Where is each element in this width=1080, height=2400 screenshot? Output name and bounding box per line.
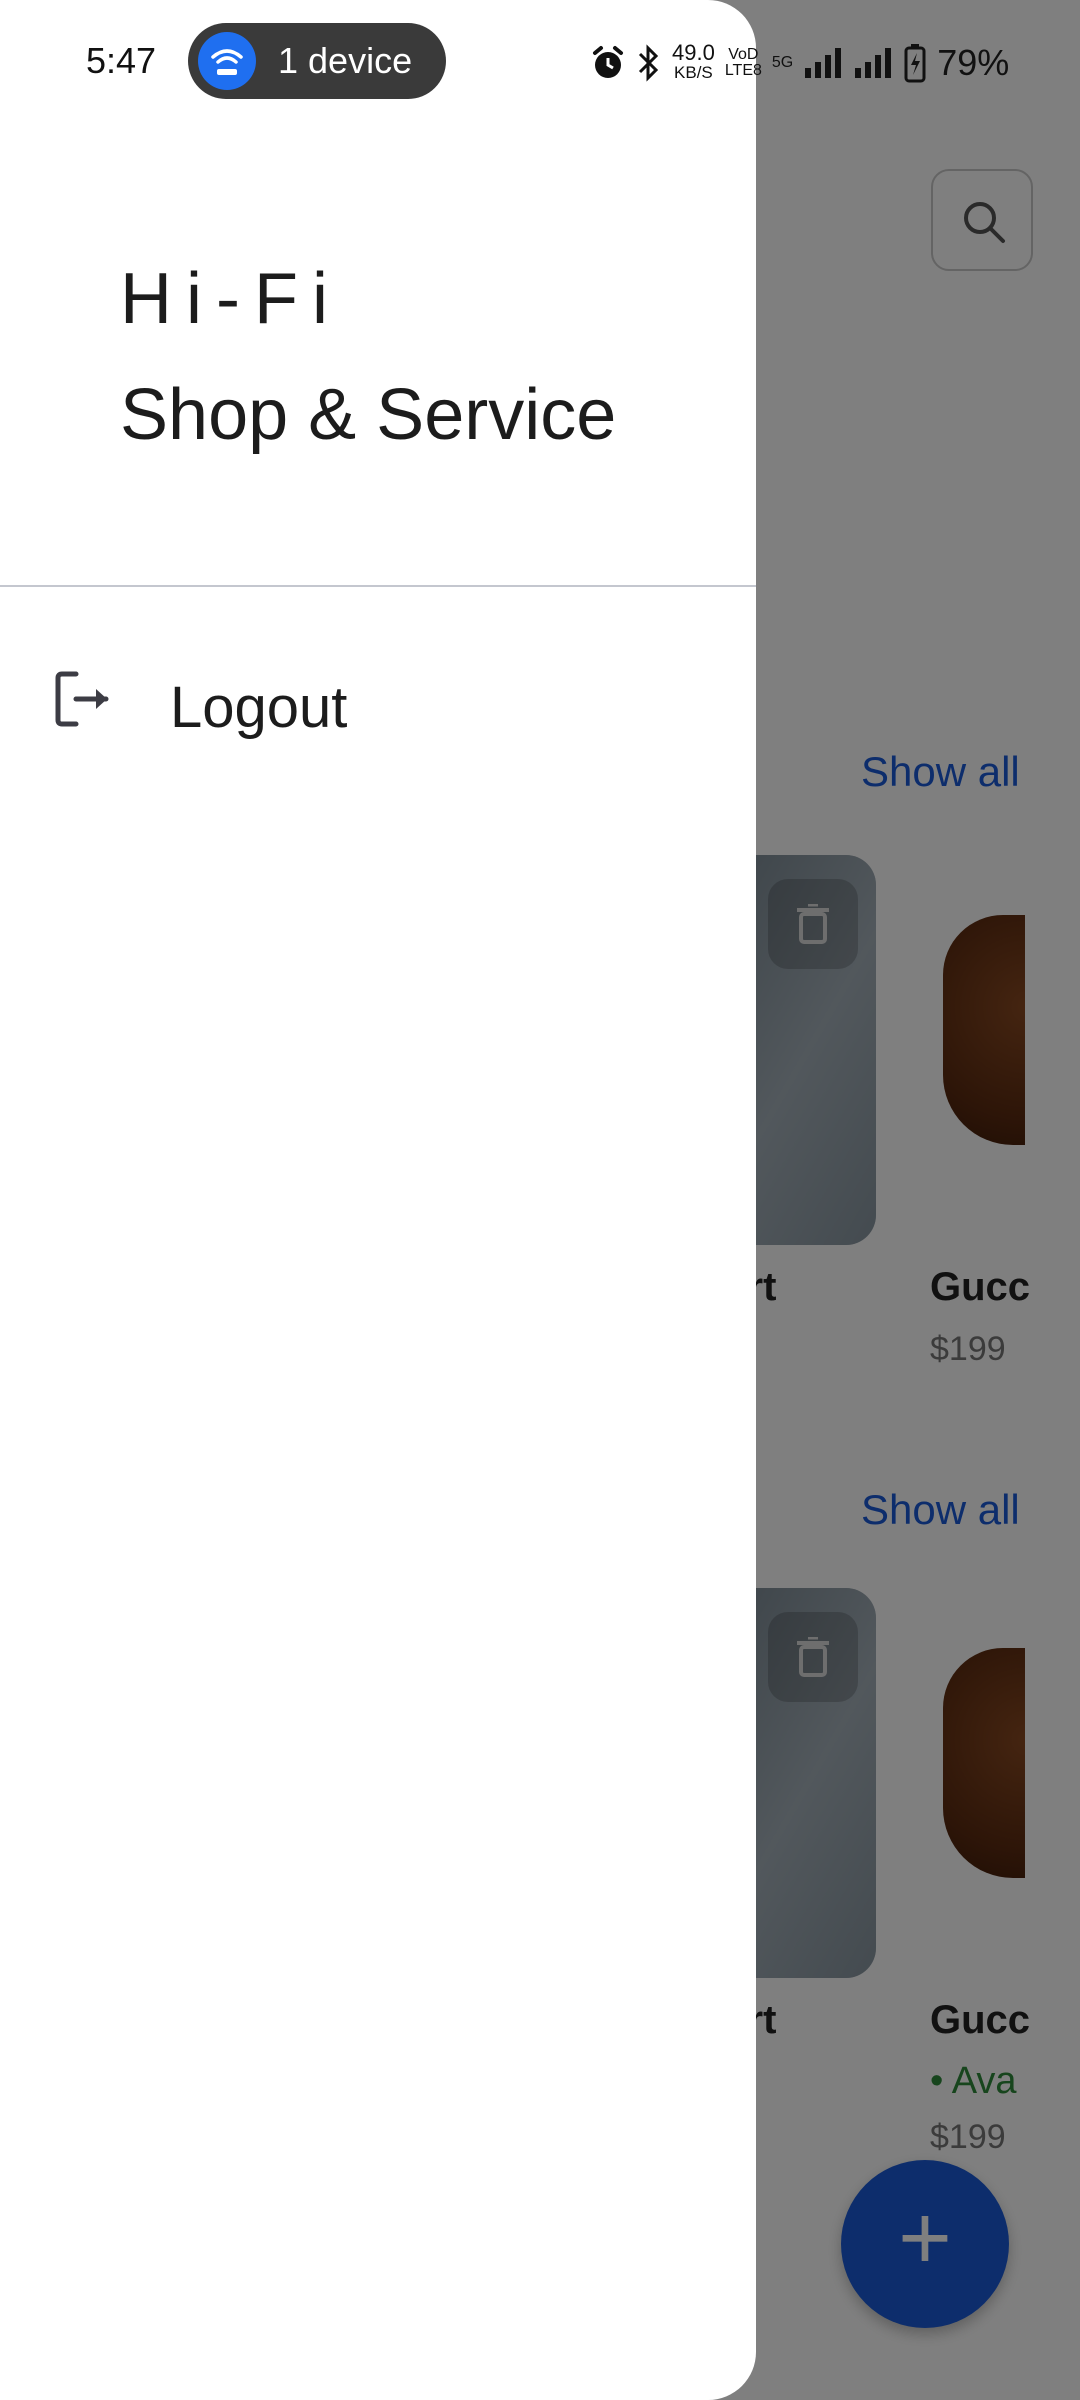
device-count: 1 device: [278, 40, 413, 81]
drawer-item-label: Logout: [170, 675, 348, 740]
status-bar: 5:47 1 device 49.0 KB/S VoD LTE8 5G 79%: [0, 0, 1080, 125]
network-type: 5G: [771, 54, 794, 71]
bluetooth-icon: [638, 44, 659, 82]
drawer-item-logout[interactable]: Logout: [0, 640, 756, 760]
network-speed: 49.0 KB/S: [672, 40, 715, 83]
signal-icon: [805, 48, 842, 78]
brand-subtitle: Shop & Service: [120, 375, 617, 455]
alarm-icon: [593, 46, 623, 78]
drawer-divider: [0, 585, 756, 587]
battery-percent: 79%: [937, 42, 1010, 83]
wifi-router-icon: [198, 32, 256, 90]
status-icons: 49.0 KB/S VoD LTE8 5G 79%: [590, 30, 1009, 96]
brand-title: Hi-Fi: [120, 259, 342, 339]
status-time: 5:47: [86, 40, 157, 81]
battery-charging-icon: [904, 44, 926, 83]
navigation-drawer: Hi-Fi Shop & Service Logout: [0, 0, 756, 2400]
volte-indicator: VoD LTE8: [724, 46, 762, 79]
hotspot-device-pill[interactable]: 1 device: [188, 23, 446, 99]
logout-icon: [54, 668, 114, 735]
signal-icon: [855, 48, 892, 78]
